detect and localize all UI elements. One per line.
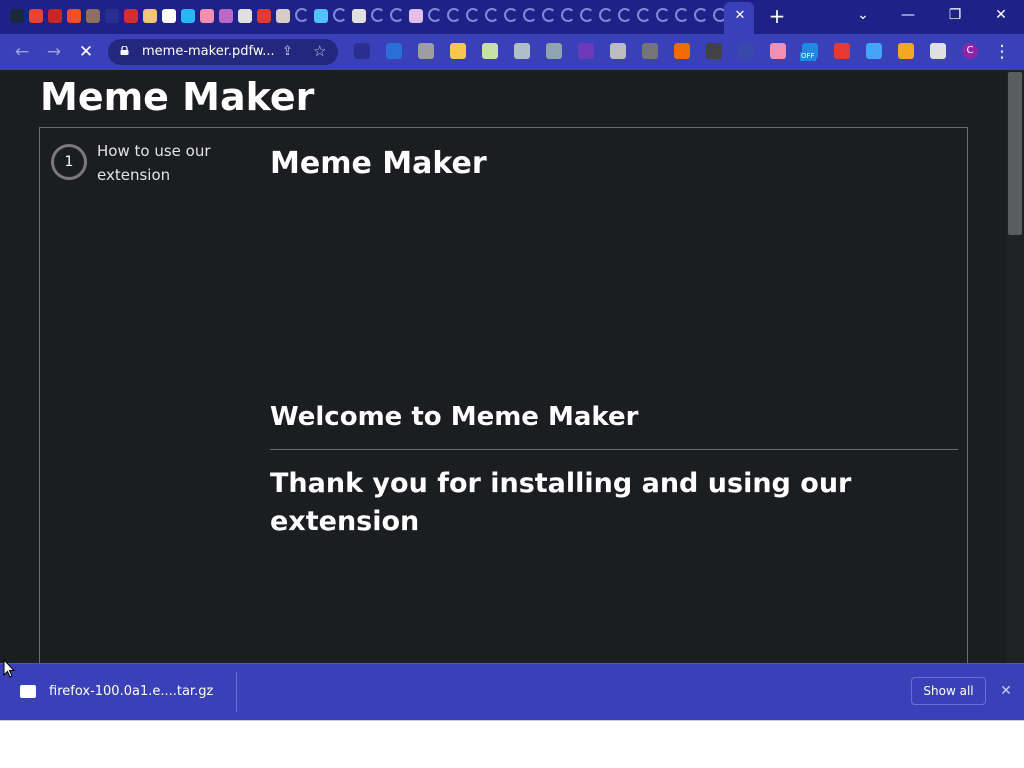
- red-square-icon[interactable]: [257, 9, 271, 23]
- tab-loading-icon[interactable]: [428, 8, 442, 22]
- archive-file-icon: [20, 685, 36, 698]
- tab-loading-icon[interactable]: [599, 8, 613, 22]
- steam-icon[interactable]: [10, 9, 24, 23]
- forward-button[interactable]: →: [42, 40, 66, 64]
- profile-avatar[interactable]: C: [962, 43, 978, 59]
- download-filename[interactable]: firefox-100.0a1.e....tar.gz: [49, 683, 213, 701]
- off-badge: OFF: [800, 52, 816, 61]
- thank-you-heading: Thank you for installing and using our e…: [270, 468, 852, 537]
- tab-loading-icon[interactable]: [656, 8, 670, 22]
- tab-loading-icon[interactable]: [390, 8, 404, 22]
- google-icon[interactable]: [162, 9, 176, 23]
- dark-extension-icon[interactable]: [706, 43, 722, 59]
- step-label[interactable]: How to use our extension: [97, 139, 237, 187]
- microsoft-icon[interactable]: [67, 9, 81, 23]
- tab-loading-icon[interactable]: [333, 8, 347, 22]
- pink-circle-icon[interactable]: [200, 9, 214, 23]
- content-title: Meme Maker: [270, 146, 487, 181]
- cyan-circle-icon[interactable]: [181, 9, 195, 23]
- download-shelf: firefox-100.0a1.e....tar.gz ⌃ Show all ✕: [0, 663, 1024, 720]
- close-window-button[interactable]: ✕: [986, 4, 1016, 26]
- show-all-button[interactable]: Show all: [911, 677, 986, 705]
- onboarding-panel: 1 How to use our extension Meme Maker We…: [39, 127, 968, 663]
- tab-loading-icon[interactable]: [447, 8, 461, 22]
- page-title: Meme Maker: [40, 75, 315, 119]
- red-badge-icon[interactable]: [48, 9, 62, 23]
- taskbar-area: [0, 720, 1024, 768]
- tab-search-icon[interactable]: ⌄: [848, 4, 878, 26]
- restore-button[interactable]: ❐: [940, 4, 970, 26]
- browser-menu-icon[interactable]: ⋮: [990, 40, 1014, 64]
- address-bar[interactable]: meme-maker.pdfw... ⇪ ☆: [108, 39, 338, 65]
- parchment-icon[interactable]: [143, 9, 157, 23]
- purple-k-extension-icon[interactable]: [578, 43, 594, 59]
- tab-loading-icon[interactable]: [580, 8, 594, 22]
- close-shelf-icon[interactable]: ✕: [996, 681, 1016, 701]
- chrome-icon[interactable]: [352, 9, 366, 23]
- vpn-extension-icon[interactable]: [386, 43, 402, 59]
- dots-extension-icon[interactable]: [738, 43, 754, 59]
- tab-loading-icon[interactable]: [523, 8, 537, 22]
- chat-bubble-icon[interactable]: [409, 9, 423, 23]
- welcome-heading: Welcome to Meme Maker: [270, 402, 639, 432]
- hammer-extension-icon[interactable]: [418, 43, 434, 59]
- gmail-icon[interactable]: [29, 9, 43, 23]
- tab-strip: ✕ + ⌄ — ❐ ✕: [0, 0, 1024, 34]
- pink-extension-icon[interactable]: [770, 43, 786, 59]
- vertical-scrollbar[interactable]: [1006, 70, 1024, 663]
- tab-loading-icon[interactable]: [675, 8, 689, 22]
- share-icon[interactable]: ⇪: [282, 43, 293, 61]
- tab-loading-icon[interactable]: [637, 8, 651, 22]
- fox-extension-icon[interactable]: [898, 43, 914, 59]
- grid-extension-icon[interactable]: [482, 43, 498, 59]
- red-bar-extension-icon[interactable]: [834, 43, 850, 59]
- tab-loading-icon[interactable]: [542, 8, 556, 22]
- google-translate-extension-icon[interactable]: [674, 43, 690, 59]
- stop-loading-button[interactable]: ✕: [74, 40, 98, 64]
- new-tab-button[interactable]: +: [766, 5, 788, 27]
- bookmark-star-icon[interactable]: ☆: [313, 42, 326, 60]
- shield-icon[interactable]: [314, 9, 328, 23]
- emoji-extension-icon[interactable]: [450, 43, 466, 59]
- url-text[interactable]: meme-maker.pdfw...: [142, 43, 275, 61]
- mouse-cursor-icon: [3, 659, 15, 678]
- close-tab-icon[interactable]: ✕: [732, 8, 748, 24]
- lock-icon: [120, 46, 129, 55]
- blank-tab-icon[interactable]: [105, 9, 119, 23]
- off-extension-icon[interactable]: OFF: [800, 43, 818, 61]
- tab-loading-icon[interactable]: [561, 8, 575, 22]
- divider: [270, 449, 958, 450]
- tab-loading-icon[interactable]: [485, 8, 499, 22]
- magenta-circle-icon[interactable]: [219, 9, 233, 23]
- tab-loading-icon[interactable]: [466, 8, 480, 22]
- page-viewport: Meme Maker 1 How to use our extension Me…: [0, 70, 1006, 663]
- step-number: 1: [64, 154, 74, 170]
- chevron-up-icon[interactable]: ⌃: [205, 683, 215, 701]
- chat-extension-icon[interactable]: [610, 43, 626, 59]
- back-button[interactable]: ←: [10, 40, 34, 64]
- puzzle-extension-icon[interactable]: [930, 43, 946, 59]
- game-icon[interactable]: [86, 9, 100, 23]
- tab-loading-icon[interactable]: [371, 8, 385, 22]
- browser-toolbar: ← → ✕ meme-maker.pdfw... ⇪ ☆ OFF C ⋮: [0, 34, 1024, 70]
- tab-loading-icon[interactable]: [504, 8, 518, 22]
- page-icon[interactable]: [276, 9, 290, 23]
- red-arrow-icon[interactable]: [124, 9, 138, 23]
- step-indicator[interactable]: 1: [51, 144, 87, 180]
- k-extension-icon[interactable]: [546, 43, 562, 59]
- minimize-button[interactable]: —: [893, 4, 923, 26]
- document-icon[interactable]: [238, 9, 252, 23]
- rss-extension-icon[interactable]: [354, 43, 370, 59]
- tab-loading-icon[interactable]: [295, 8, 309, 22]
- play-extension-icon[interactable]: [866, 43, 882, 59]
- tab-loading-icon[interactable]: [694, 8, 708, 22]
- cross-tools-extension-icon[interactable]: [514, 43, 530, 59]
- s-extension-icon[interactable]: [642, 43, 658, 59]
- tab-loading-icon[interactable]: [618, 8, 632, 22]
- scrollbar-thumb[interactable]: [1008, 72, 1022, 235]
- shelf-divider: [236, 672, 237, 712]
